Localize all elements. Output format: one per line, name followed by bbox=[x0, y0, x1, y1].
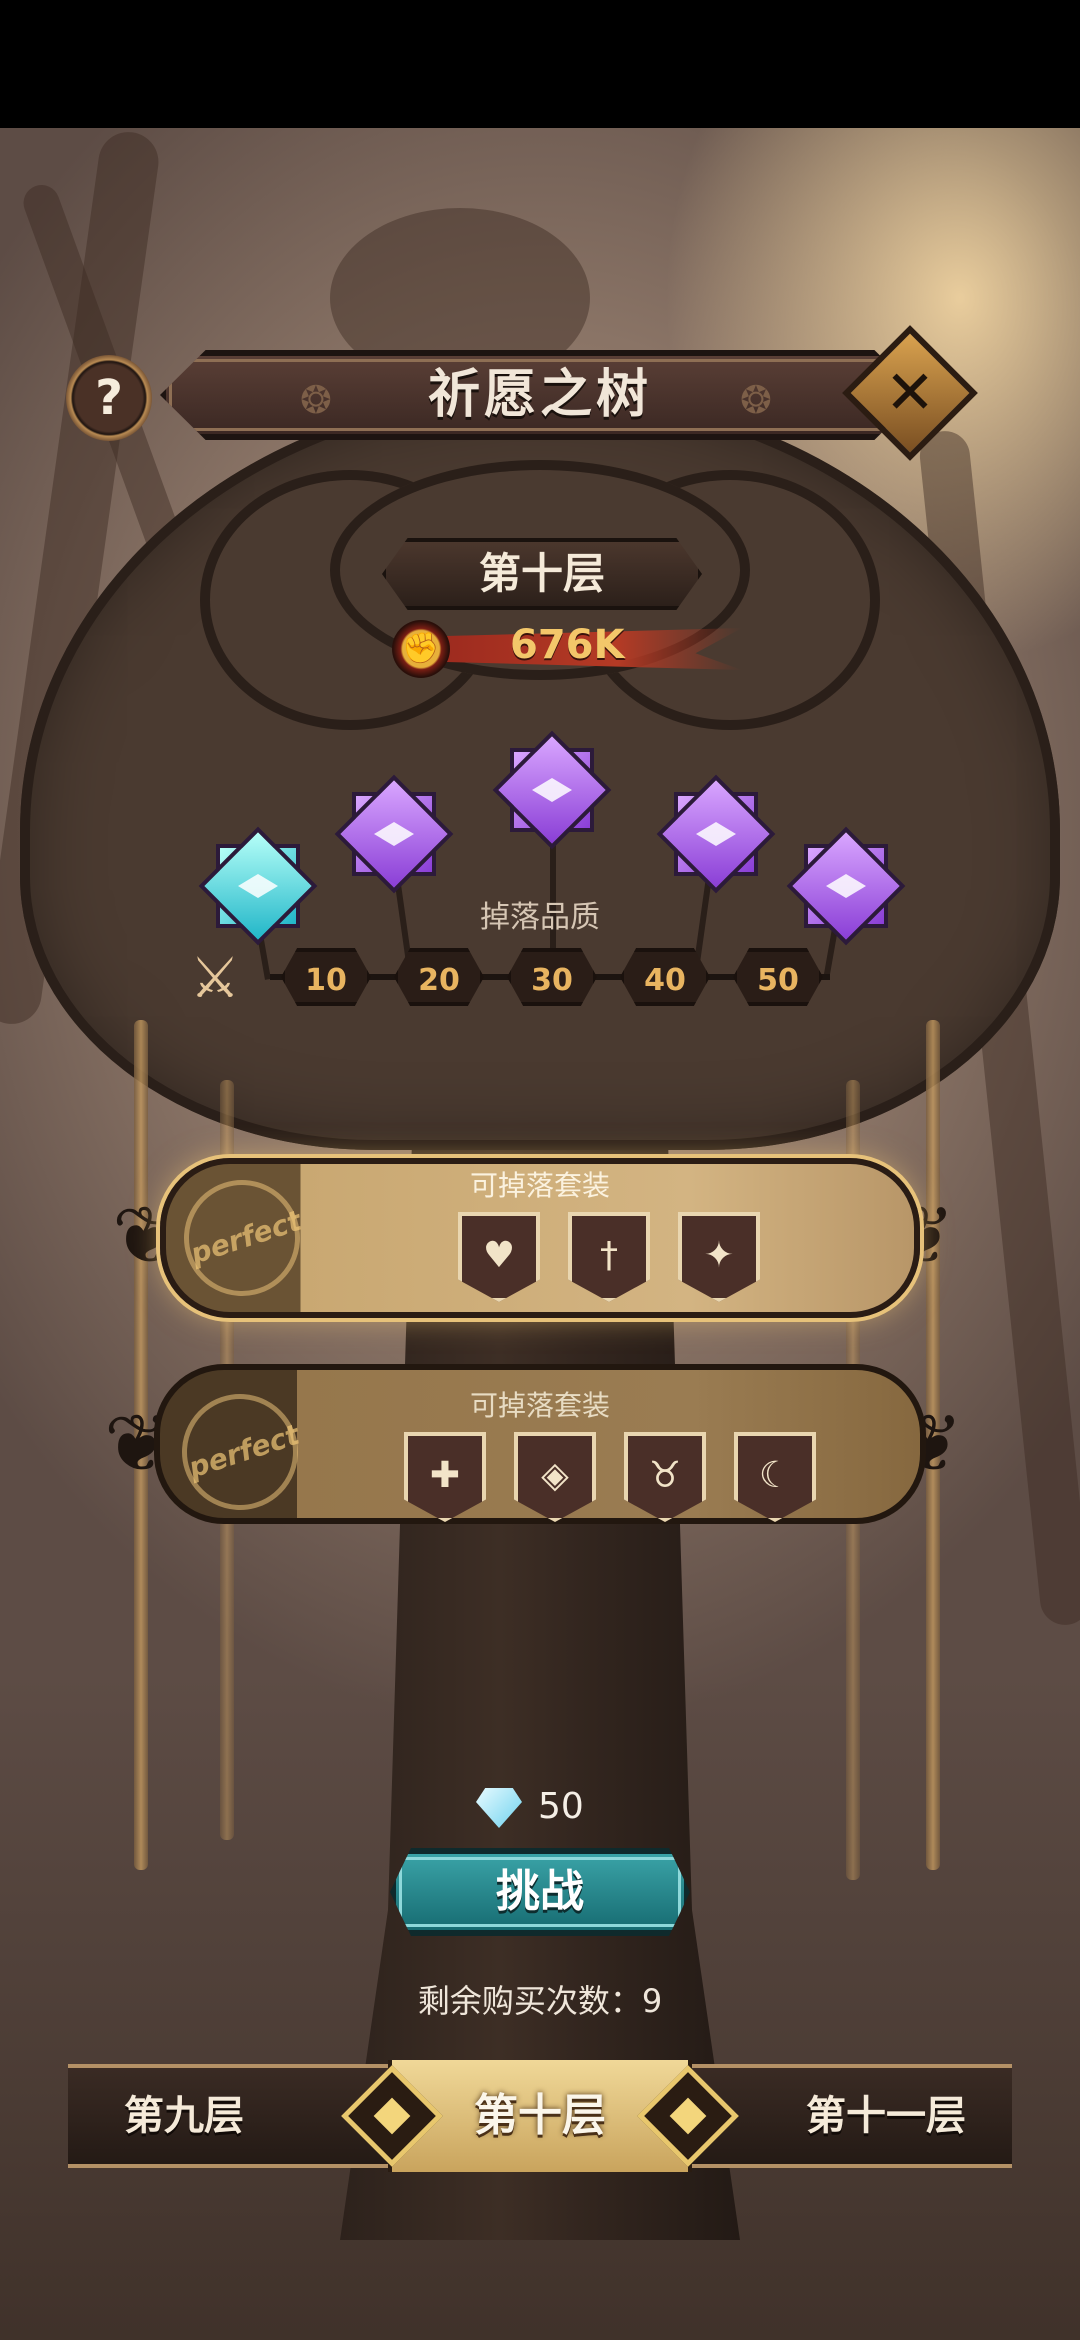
cost-value: 50 bbox=[538, 1786, 584, 1827]
floor-title: 第十层 bbox=[478, 549, 605, 598]
gem-icon-purple bbox=[786, 826, 906, 946]
fist-icon: ✊ bbox=[392, 620, 450, 678]
title-banner: ❂ ❂ 祈愿之树 bbox=[160, 350, 920, 440]
set-panel-label: 可掉落套装 bbox=[469, 1389, 610, 1422]
gem-icon-purple bbox=[334, 774, 454, 894]
gem-icon-purple bbox=[656, 774, 776, 894]
status-bar bbox=[0, 0, 1080, 128]
level-marker: 10 bbox=[281, 948, 371, 1006]
power-value: 676K bbox=[510, 622, 625, 668]
recommended-power: ✊ 676K bbox=[392, 618, 752, 680]
diamond-icon bbox=[476, 1788, 522, 1828]
remaining-purchases: 剩余购买次数：9 bbox=[417, 1982, 663, 2020]
drop-quality-label: 掉落品质 bbox=[480, 900, 600, 935]
page-title: 祈愿之树 bbox=[427, 365, 652, 425]
next-floor-tab[interactable]: 第十一层 bbox=[806, 2064, 966, 2168]
challenge-button-label: 挑战 bbox=[496, 1866, 584, 1917]
level-marker: 40 bbox=[620, 948, 710, 1006]
challenge-cost: 50 bbox=[476, 1784, 616, 1834]
help-icon: ? bbox=[95, 370, 123, 426]
level-marker: 20 bbox=[394, 948, 484, 1006]
level-marker: 30 bbox=[507, 948, 597, 1006]
set-panel-label: 可掉落套装 bbox=[469, 1169, 610, 1202]
help-button[interactable]: ? bbox=[66, 355, 152, 441]
crossed-swords-icon: ⚔ bbox=[189, 946, 241, 1011]
prev-floor-tab[interactable]: 第九层 bbox=[124, 2064, 244, 2168]
gem-icon-purple bbox=[492, 730, 612, 850]
close-icon: ✕ bbox=[884, 358, 936, 428]
gem-icon-cyan bbox=[198, 826, 318, 946]
level-marker: 50 bbox=[733, 948, 823, 1006]
